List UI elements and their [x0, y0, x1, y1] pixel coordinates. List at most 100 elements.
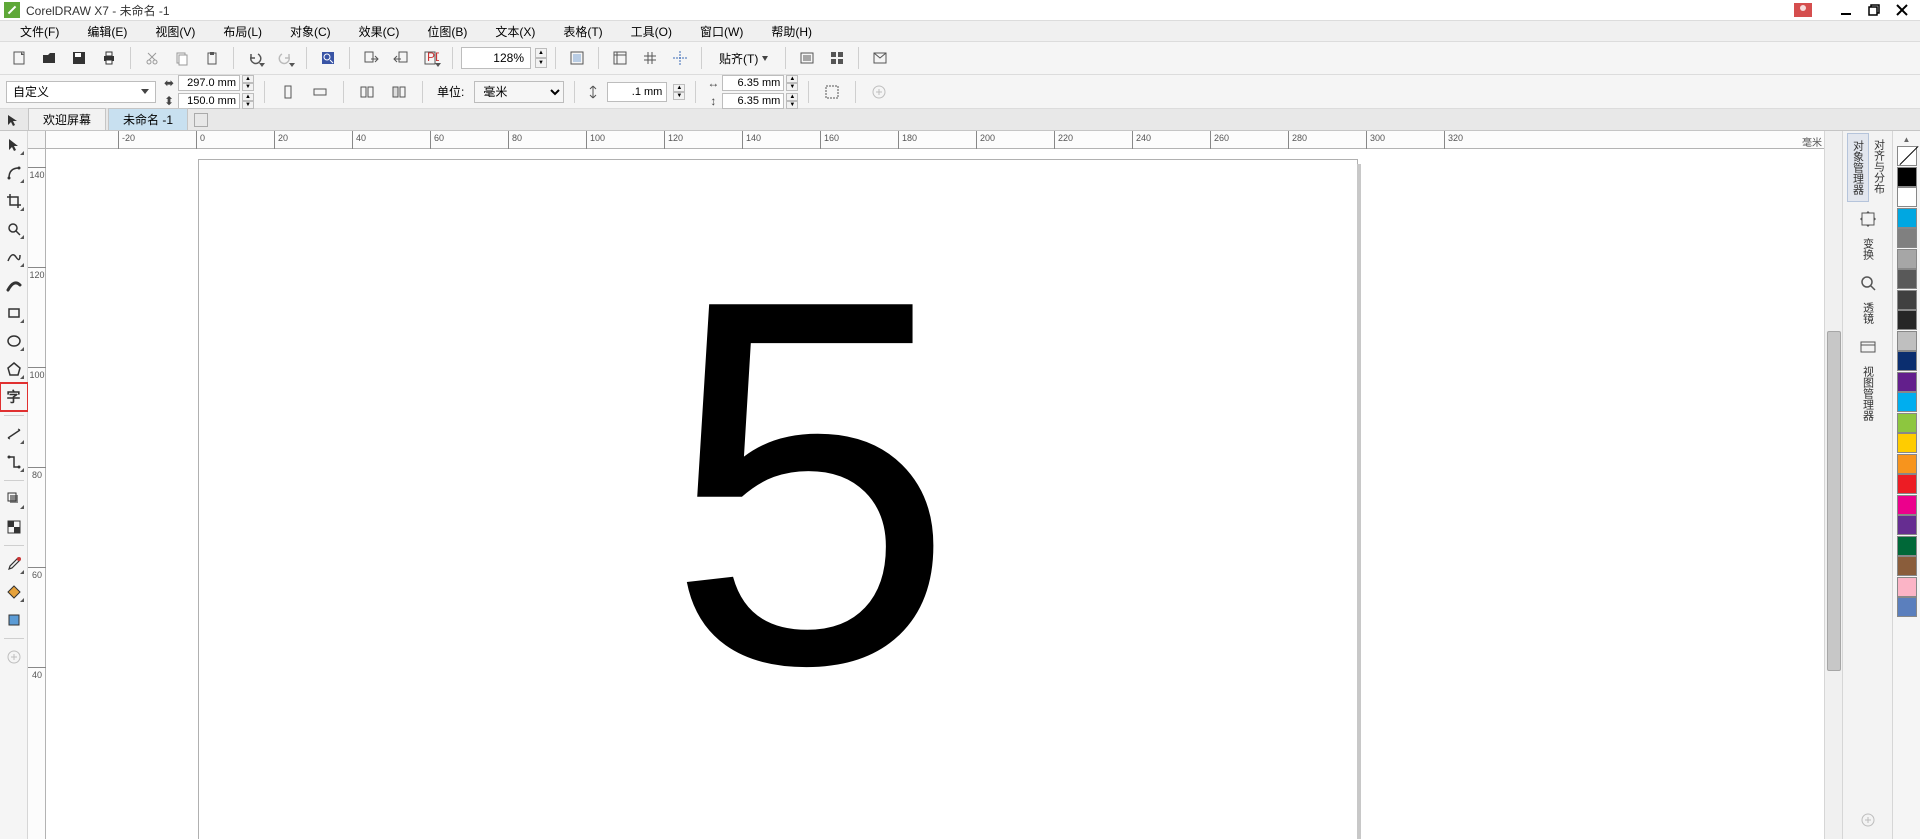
- docker-tab-object-manager[interactable]: 对象管理器: [1847, 133, 1869, 202]
- view-manager-docker-icon[interactable]: [1857, 336, 1879, 358]
- units-select[interactable]: 毫米: [474, 81, 564, 103]
- menu-bitmap[interactable]: 位图(B): [413, 21, 481, 42]
- color-swatch[interactable]: [1897, 249, 1917, 269]
- dupy-up[interactable]: ▲: [786, 93, 798, 101]
- height-up[interactable]: ▲: [242, 93, 254, 101]
- docker-tab-align-distribute[interactable]: 对齐与分布: [1869, 133, 1889, 202]
- zoom-down[interactable]: ▼: [535, 58, 547, 68]
- color-swatch[interactable]: [1897, 413, 1917, 433]
- color-swatch[interactable]: [1897, 290, 1917, 310]
- zoom-tool[interactable]: [2, 217, 26, 241]
- menu-object[interactable]: 对象(C): [276, 21, 345, 42]
- height-down[interactable]: ▼: [242, 101, 254, 109]
- page-size-preset[interactable]: 自定义: [6, 81, 156, 103]
- tab-welcome[interactable]: 欢迎屏幕: [28, 108, 106, 130]
- text-tool[interactable]: 字: [2, 385, 26, 409]
- quick-customize-button[interactable]: [866, 80, 892, 104]
- show-guidelines-button[interactable]: [667, 46, 693, 70]
- artistic-media-tool[interactable]: [2, 273, 26, 297]
- quick-customize-toolbox[interactable]: [2, 645, 26, 669]
- vertical-scrollbar-thumb[interactable]: [1827, 331, 1841, 671]
- options-button[interactable]: [794, 46, 820, 70]
- connector-tool[interactable]: [2, 450, 26, 474]
- quick-customize-dockers[interactable]: [1857, 809, 1879, 831]
- color-swatch[interactable]: [1897, 495, 1917, 515]
- copy-button[interactable]: [169, 46, 195, 70]
- pick-tool[interactable]: [2, 133, 26, 157]
- color-swatch[interactable]: [1897, 310, 1917, 330]
- color-swatch[interactable]: [1897, 536, 1917, 556]
- pick-tool-icon[interactable]: [4, 111, 22, 129]
- app-launcher-button[interactable]: [824, 46, 850, 70]
- palette-scroll-up[interactable]: ▲: [1900, 133, 1914, 145]
- page-height-field[interactable]: [178, 93, 240, 109]
- dupx-up[interactable]: ▲: [786, 75, 798, 83]
- save-button[interactable]: [66, 46, 92, 70]
- nudge-down[interactable]: ▼: [673, 92, 685, 100]
- menu-text[interactable]: 文本(X): [481, 21, 549, 42]
- menu-window[interactable]: 窗口(W): [686, 21, 757, 42]
- ruler-origin-corner[interactable]: [28, 131, 46, 149]
- undo-button[interactable]: [242, 46, 268, 70]
- zoom-up[interactable]: ▲: [535, 48, 547, 58]
- freehand-tool[interactable]: [2, 245, 26, 269]
- eyedropper-tool[interactable]: [2, 552, 26, 576]
- color-swatch[interactable]: [1897, 167, 1917, 187]
- docker-tab-view-manager[interactable]: 视图管理器: [1858, 360, 1878, 427]
- width-down[interactable]: ▼: [242, 83, 254, 91]
- menu-layout[interactable]: 布局(L): [209, 21, 276, 42]
- landscape-button[interactable]: [307, 80, 333, 104]
- shape-tool[interactable]: [2, 161, 26, 185]
- color-swatch[interactable]: [1897, 187, 1917, 207]
- open-button[interactable]: [36, 46, 62, 70]
- canvas-text-object[interactable]: 5: [666, 249, 955, 717]
- color-swatch[interactable]: [1897, 474, 1917, 494]
- restore-button[interactable]: [1860, 1, 1888, 19]
- snap-to-button[interactable]: 贴齐(T): [710, 46, 777, 70]
- no-fill-swatch[interactable]: [1897, 146, 1917, 166]
- dupx-down[interactable]: ▼: [786, 83, 798, 91]
- color-swatch[interactable]: [1897, 372, 1917, 392]
- drop-shadow-tool[interactable]: [2, 487, 26, 511]
- menu-help[interactable]: 帮助(H): [757, 21, 826, 42]
- color-swatch[interactable]: [1897, 454, 1917, 474]
- horizontal-ruler[interactable]: 毫米 -200204060801001201401601802002202402…: [46, 131, 1824, 149]
- width-up[interactable]: ▲: [242, 75, 254, 83]
- color-swatch[interactable]: [1897, 433, 1917, 453]
- import-button[interactable]: [358, 46, 384, 70]
- full-screen-preview-button[interactable]: [564, 46, 590, 70]
- menu-effects[interactable]: 效果(C): [345, 21, 414, 42]
- tab-document[interactable]: 未命名 -1: [108, 108, 188, 130]
- menu-edit[interactable]: 编辑(E): [73, 21, 141, 42]
- parallel-dimension-tool[interactable]: [2, 422, 26, 446]
- menu-view[interactable]: 视图(V): [141, 21, 209, 42]
- new-tab-button[interactable]: [194, 113, 208, 127]
- paste-button[interactable]: [199, 46, 225, 70]
- redo-button[interactable]: [272, 46, 298, 70]
- crop-tool[interactable]: [2, 189, 26, 213]
- zoom-level-field[interactable]: 128%: [461, 47, 531, 69]
- portrait-button[interactable]: [275, 80, 301, 104]
- publish-pdf-button[interactable]: PDF: [418, 46, 444, 70]
- canvas[interactable]: 5: [46, 149, 1824, 839]
- nudge-distance-field[interactable]: [607, 82, 667, 102]
- color-swatch[interactable]: [1897, 392, 1917, 412]
- duplicate-y-field[interactable]: [722, 93, 784, 109]
- current-page-button[interactable]: [386, 80, 412, 104]
- dupy-down[interactable]: ▼: [786, 101, 798, 109]
- search-content-button[interactable]: [315, 46, 341, 70]
- all-pages-button[interactable]: [354, 80, 380, 104]
- menu-tools[interactable]: 工具(O): [617, 21, 686, 42]
- lens-docker-icon[interactable]: [1857, 272, 1879, 294]
- cut-button[interactable]: [139, 46, 165, 70]
- interactive-fill-tool[interactable]: [2, 580, 26, 604]
- menu-table[interactable]: 表格(T): [549, 21, 616, 42]
- color-swatch[interactable]: [1897, 515, 1917, 535]
- page-width-field[interactable]: [178, 75, 240, 91]
- polygon-tool[interactable]: [2, 357, 26, 381]
- color-swatch[interactable]: [1897, 331, 1917, 351]
- transparency-tool[interactable]: [2, 515, 26, 539]
- show-grid-button[interactable]: [637, 46, 663, 70]
- print-button[interactable]: [96, 46, 122, 70]
- vertical-ruler[interactable]: 140120100806040: [28, 149, 46, 839]
